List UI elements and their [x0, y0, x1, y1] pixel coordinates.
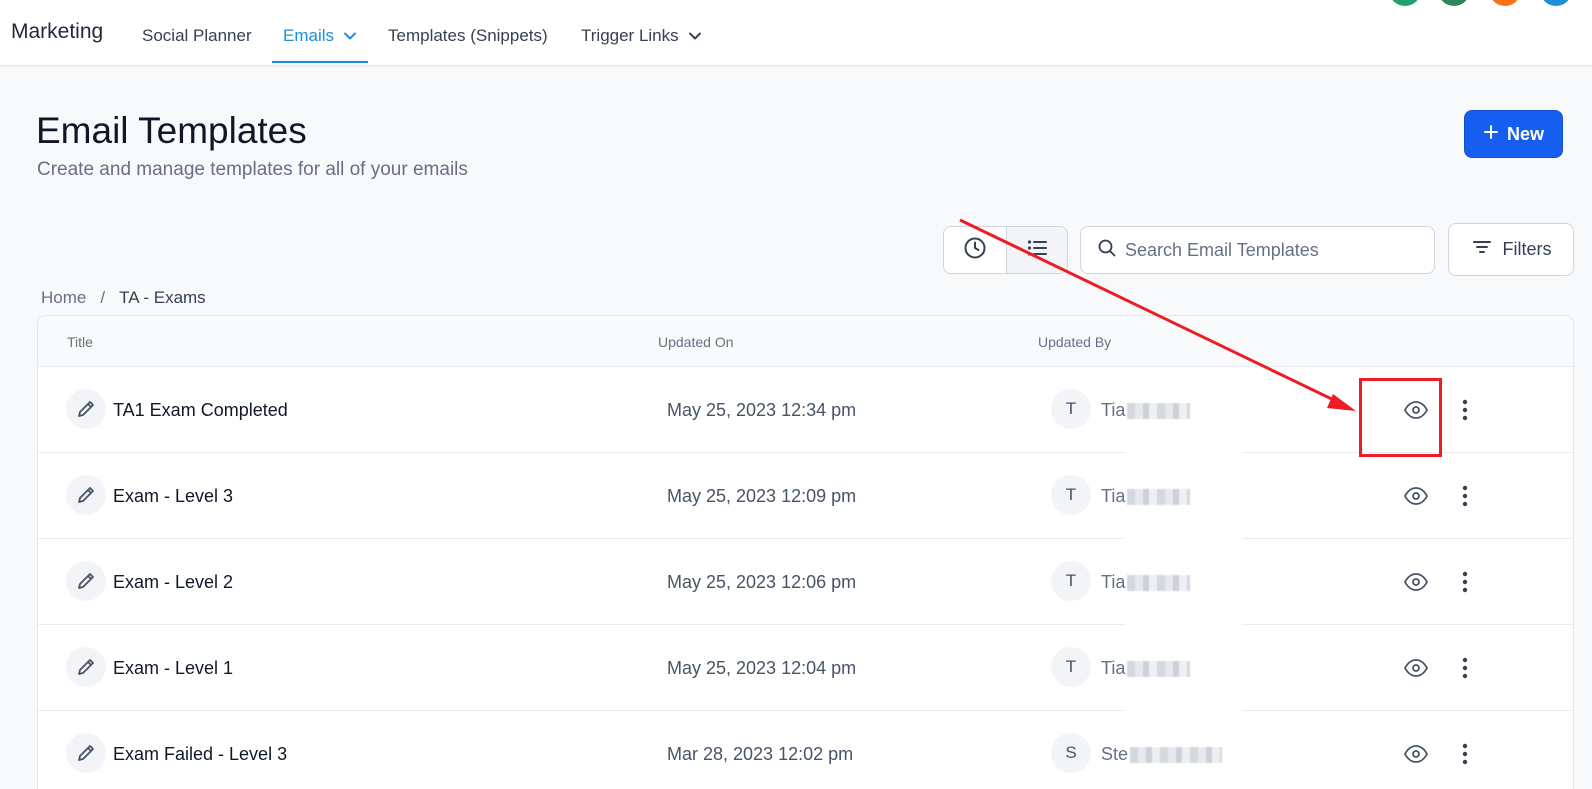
redacted-name [1127, 402, 1191, 419]
more-vertical-icon[interactable] [1451, 653, 1479, 683]
breadcrumb: Home / TA - Exams [41, 288, 206, 308]
more-vertical-icon[interactable] [1451, 395, 1479, 425]
table-header: Title Updated On Updated By [38, 316, 1573, 367]
list-icon [1025, 236, 1049, 265]
user-avatar[interactable] [1389, 0, 1421, 6]
redacted-name [1127, 660, 1191, 677]
more-vertical-icon[interactable] [1451, 481, 1479, 511]
nav-label: Trigger Links [581, 26, 679, 45]
filter-icon [1471, 236, 1493, 263]
breadcrumb-current: TA - Exams [119, 288, 206, 307]
annotation-highlight-box [1359, 378, 1442, 457]
nav-templates-snippets[interactable]: Templates (Snippets) [388, 26, 548, 46]
pencil-icon [66, 733, 106, 773]
pencil-icon [66, 647, 106, 687]
view-toggle-group [943, 226, 1068, 274]
breadcrumb-separator: / [100, 288, 106, 307]
eye-icon[interactable] [1401, 567, 1431, 597]
nav-label: Social Planner [142, 26, 252, 45]
table-row[interactable]: Exam Failed - Level 3 Mar 28, 2023 12:02… [38, 711, 1573, 789]
nav-social-planner[interactable]: Social Planner [142, 26, 252, 46]
table-row[interactable]: Exam - Level 3 May 25, 2023 12:09 pm T T… [38, 453, 1573, 547]
page-title: Email Templates [36, 110, 307, 151]
new-button-label: New [1506, 123, 1544, 144]
more-vertical-icon[interactable] [1451, 567, 1479, 597]
nav-label: Emails [283, 26, 335, 45]
column-title: Title [67, 334, 93, 350]
redacted-name [1127, 488, 1191, 505]
templates-table: Title Updated On Updated By TA1 Exam Com… [37, 315, 1574, 789]
user-avatar[interactable] [1540, 0, 1572, 6]
updated-by-name: Tia [1101, 400, 1126, 420]
nav-label: Templates (Snippets) [388, 26, 548, 45]
eye-icon[interactable] [1401, 481, 1431, 511]
updated-by-name: Tia [1101, 486, 1126, 506]
filters-label: Filters [1502, 239, 1552, 259]
nav-trigger-links[interactable]: Trigger Links [581, 26, 703, 46]
updated-by-name: Tia [1101, 658, 1126, 678]
updated-by: Ste [1101, 744, 1223, 765]
plus-icon [1483, 124, 1499, 145]
updated-on: May 25, 2023 12:34 pm [667, 400, 857, 420]
updated-by: Tia [1101, 486, 1191, 507]
table-row[interactable]: Exam - Level 1 May 25, 2023 12:04 pm T T… [38, 625, 1573, 719]
new-template-button[interactable]: New [1464, 110, 1563, 158]
template-title[interactable]: TA1 Exam Completed [113, 400, 288, 421]
pencil-icon [66, 475, 106, 515]
column-updated-by: Updated By [1038, 334, 1112, 350]
pencil-icon [66, 561, 106, 601]
avatar: T [1051, 389, 1091, 429]
table-row[interactable]: TA1 Exam Completed May 25, 2023 12:34 pm… [38, 367, 1573, 461]
search-field[interactable] [1080, 226, 1435, 274]
updated-by-name: Ste [1101, 744, 1129, 764]
chevron-down-icon [687, 28, 703, 44]
avatar: T [1051, 475, 1091, 515]
user-avatar[interactable] [1489, 0, 1521, 6]
template-title[interactable]: Exam Failed - Level 3 [113, 744, 287, 765]
redacted-name [1127, 574, 1191, 591]
chevron-down-icon [342, 28, 358, 44]
table-row[interactable]: Exam - Level 2 May 25, 2023 12:06 pm T T… [38, 539, 1573, 633]
updated-on: May 25, 2023 12:04 pm [667, 658, 857, 678]
list-view-button[interactable] [1005, 227, 1067, 273]
updated-on: Mar 28, 2023 12:02 pm [667, 744, 854, 764]
updated-by: Tia [1101, 658, 1191, 679]
top-nav: Marketing Social Planner Emails Template… [0, 0, 1592, 66]
clock-icon [963, 236, 987, 265]
avatar: T [1051, 647, 1091, 687]
column-updated-on: Updated On [658, 334, 734, 350]
redacted-name [1130, 746, 1223, 763]
updated-on: May 25, 2023 12:09 pm [667, 486, 857, 506]
search-input[interactable] [1125, 239, 1425, 261]
search-icon [1097, 238, 1117, 263]
filters-button[interactable]: Filters [1448, 223, 1574, 276]
breadcrumb-home[interactable]: Home [41, 288, 86, 308]
avatar: T [1051, 561, 1091, 601]
updated-by: Tia [1101, 400, 1191, 421]
template-title[interactable]: Exam - Level 1 [113, 658, 233, 679]
user-avatar[interactable] [1438, 0, 1470, 6]
nav-emails[interactable]: Emails [283, 26, 358, 46]
template-title[interactable]: Exam - Level 3 [113, 486, 233, 507]
eye-icon[interactable] [1401, 653, 1431, 683]
updated-by-name: Tia [1101, 572, 1126, 592]
brand-title: Marketing [11, 20, 104, 43]
eye-icon[interactable] [1401, 739, 1431, 769]
updated-on: May 25, 2023 12:06 pm [667, 572, 857, 592]
more-vertical-icon[interactable] [1451, 739, 1479, 769]
page-subtitle: Create and manage templates for all of y… [37, 159, 468, 180]
recent-view-button[interactable] [944, 227, 1006, 273]
pencil-icon [66, 389, 106, 429]
avatar: S [1051, 733, 1091, 773]
template-title[interactable]: Exam - Level 2 [113, 572, 233, 593]
updated-by: Tia [1101, 572, 1191, 593]
nav-active-indicator [272, 61, 368, 63]
